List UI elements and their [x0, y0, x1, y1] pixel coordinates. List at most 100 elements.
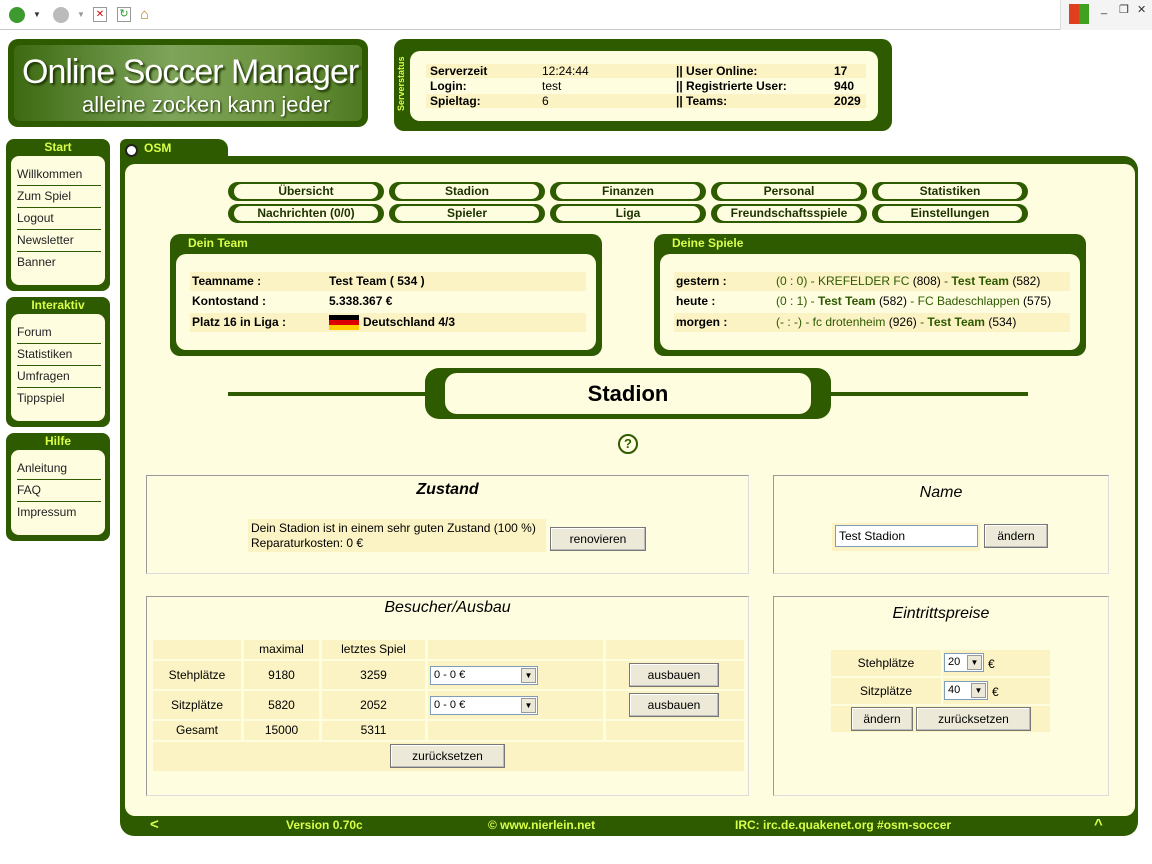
tab-label: OSM: [144, 141, 172, 155]
copyright-link[interactable]: © www.nierlein.net: [488, 818, 595, 832]
nav-spieler[interactable]: Spieler: [389, 204, 545, 223]
game-home-team[interactable]: Test Team: [818, 294, 876, 308]
server-status-label: Serverstatus: [396, 56, 406, 112]
ticket-prices-section: Eintrittspreise Stehplätze 20 ▼ € Sitzplä…: [773, 596, 1109, 796]
stop-icon[interactable]: ✕: [93, 7, 107, 22]
server-status-panel: Serverstatus Serverzeit 12:24:44 || User…: [394, 39, 892, 131]
row-label: Stehplätze: [153, 661, 241, 689]
nav-einstellungen[interactable]: Einstellungen: [872, 204, 1028, 223]
account-balance-value: 5.338.367 €: [329, 294, 393, 308]
chevron-down-icon: ▼: [521, 668, 536, 683]
nav-stadion[interactable]: Stadion: [389, 182, 545, 201]
condition-title: Zustand: [416, 481, 479, 498]
irc-text: IRC: irc.de.quakenet.org #osm-soccer: [735, 818, 952, 832]
menu-item-tippspiel[interactable]: Tippspiel: [17, 388, 101, 410]
status-value: 17: [834, 64, 848, 78]
menu-item-statistiken[interactable]: Statistiken: [17, 344, 101, 366]
refresh-icon[interactable]: ↻: [117, 7, 131, 22]
scroll-top-link[interactable]: ^: [1094, 816, 1103, 833]
status-label: Serverzeit: [430, 64, 488, 78]
status-row: Spieltag: 6 || Teams: 2029: [426, 94, 866, 108]
game-score: (- : -): [776, 315, 802, 329]
menu-item-anleitung[interactable]: Anleitung: [17, 458, 101, 480]
germany-flag-icon: [329, 315, 359, 330]
currency-unit: €: [992, 685, 999, 699]
expand-seating-select[interactable]: 0 - 0 € ▼: [430, 696, 538, 715]
menu-start-title: Start: [44, 140, 72, 154]
nav-finanzen[interactable]: Finanzen: [550, 182, 706, 201]
nav-liga[interactable]: Liga: [550, 204, 706, 223]
price-label: Stehplätze: [831, 650, 941, 676]
menu-item-faq[interactable]: FAQ: [17, 480, 101, 502]
menu-item-banner[interactable]: Banner: [17, 252, 101, 274]
menu-item-umfragen[interactable]: Umfragen: [17, 366, 101, 388]
game-home-team[interactable]: fc drotenheim: [813, 315, 886, 329]
back-dropdown-icon[interactable]: ▼: [33, 10, 41, 19]
status-row: Login: test || Registrierte User: 940: [426, 79, 866, 93]
game-away-team[interactable]: FC Badeschlappen: [918, 294, 1020, 308]
reset-expansion-button[interactable]: zurücksetzen: [390, 744, 505, 768]
status-value: 2029: [834, 94, 861, 108]
standing-price-select[interactable]: 20 ▼: [944, 653, 984, 672]
total-last-value: 5311: [322, 721, 425, 740]
back-arrow-icon[interactable]: [9, 7, 25, 23]
menu-item-impressum[interactable]: Impressum: [17, 502, 101, 524]
close-icon[interactable]: ✕: [1137, 3, 1146, 16]
change-prices-button[interactable]: ändern: [851, 707, 913, 731]
restore-icon[interactable]: ❐: [1119, 3, 1129, 16]
nav-freundschaftsspiele[interactable]: Freundschaftsspiele: [711, 204, 867, 223]
visitors-section: Besucher/Ausbau maximal letztes Spiel St…: [146, 596, 749, 796]
menu-item-zum-spiel[interactable]: Zum Spiel: [17, 186, 101, 208]
minimize-icon[interactable]: _: [1101, 3, 1107, 15]
expand-seating-button[interactable]: ausbauen: [629, 693, 719, 717]
expand-standing-select[interactable]: 0 - 0 € ▼: [430, 666, 538, 685]
menu-item-newsletter[interactable]: Newsletter: [17, 230, 101, 252]
status-value: 940: [834, 79, 855, 93]
help-icon[interactable]: ?: [618, 434, 638, 454]
page-title-box: Stadion: [425, 368, 831, 419]
column-header: letztes Spiel: [322, 640, 425, 659]
price-label: Sitzplätze: [831, 678, 941, 704]
league-value[interactable]: Deutschland 4/3: [363, 313, 455, 332]
site-logo[interactable]: Online Soccer Manager alleine zocken kan…: [8, 39, 368, 127]
stadium-name-input[interactable]: Test Stadion: [835, 525, 978, 547]
nav-statistiken[interactable]: Statistiken: [872, 182, 1028, 201]
status-value: 6: [542, 94, 549, 108]
nav-personal[interactable]: Personal: [711, 182, 867, 201]
logo-title: Online Soccer Manager: [22, 53, 359, 91]
forward-dropdown-icon[interactable]: ▼: [77, 10, 85, 19]
game-away-team[interactable]: Test Team: [927, 315, 985, 329]
menu-hilfe-title: Hilfe: [44, 434, 71, 448]
team-label: Platz 16 in Liga :: [192, 315, 287, 329]
game-home-team[interactable]: KREFELDER FC: [818, 274, 909, 288]
team-row: Platz 16 in Liga : Deutschland 4/3: [190, 313, 586, 332]
expand-standing-button[interactable]: ausbauen: [629, 663, 719, 687]
status-label: || Teams:: [676, 94, 728, 108]
status-label: Login:: [430, 79, 467, 93]
team-name-value: Test Team ( 534 ): [329, 274, 425, 288]
page-title: Stadion: [445, 373, 811, 414]
game-day-label: morgen :: [676, 315, 728, 329]
max-value: 9180: [244, 661, 319, 689]
home-icon[interactable]: ⌂: [140, 6, 149, 23]
seating-price-select[interactable]: 40 ▼: [944, 681, 988, 700]
reset-prices-button[interactable]: zurücksetzen: [916, 707, 1031, 731]
forward-arrow-icon[interactable]: [53, 7, 69, 23]
last-game-value: 3259: [322, 661, 425, 689]
back-link[interactable]: <: [150, 816, 159, 833]
soccer-ball-icon: [125, 144, 138, 157]
team-row: Teamname : Test Team ( 534 ): [190, 272, 586, 291]
menu-item-forum[interactable]: Forum: [17, 322, 101, 344]
menu-item-willkommen[interactable]: Willkommen: [17, 164, 101, 186]
game-row: gestern : (0 : 0) - KREFELDER FC (808) -…: [674, 272, 1070, 291]
game-away-team[interactable]: Test Team: [951, 274, 1009, 288]
game-row: morgen : (- : -) - fc drotenheim (926) -…: [674, 313, 1070, 332]
team-panel: Dein Team Teamname : Test Team ( 534 ) K…: [170, 234, 602, 356]
name-title: Name: [919, 484, 963, 501]
renovate-button[interactable]: renovieren: [550, 527, 646, 551]
nav-uebersicht[interactable]: Übersicht: [228, 182, 384, 201]
row-label: Sitzplätze: [153, 691, 241, 719]
change-name-button[interactable]: ändern: [984, 524, 1048, 548]
menu-item-logout[interactable]: Logout: [17, 208, 101, 230]
nav-nachrichten[interactable]: Nachrichten (0/0): [228, 204, 384, 223]
